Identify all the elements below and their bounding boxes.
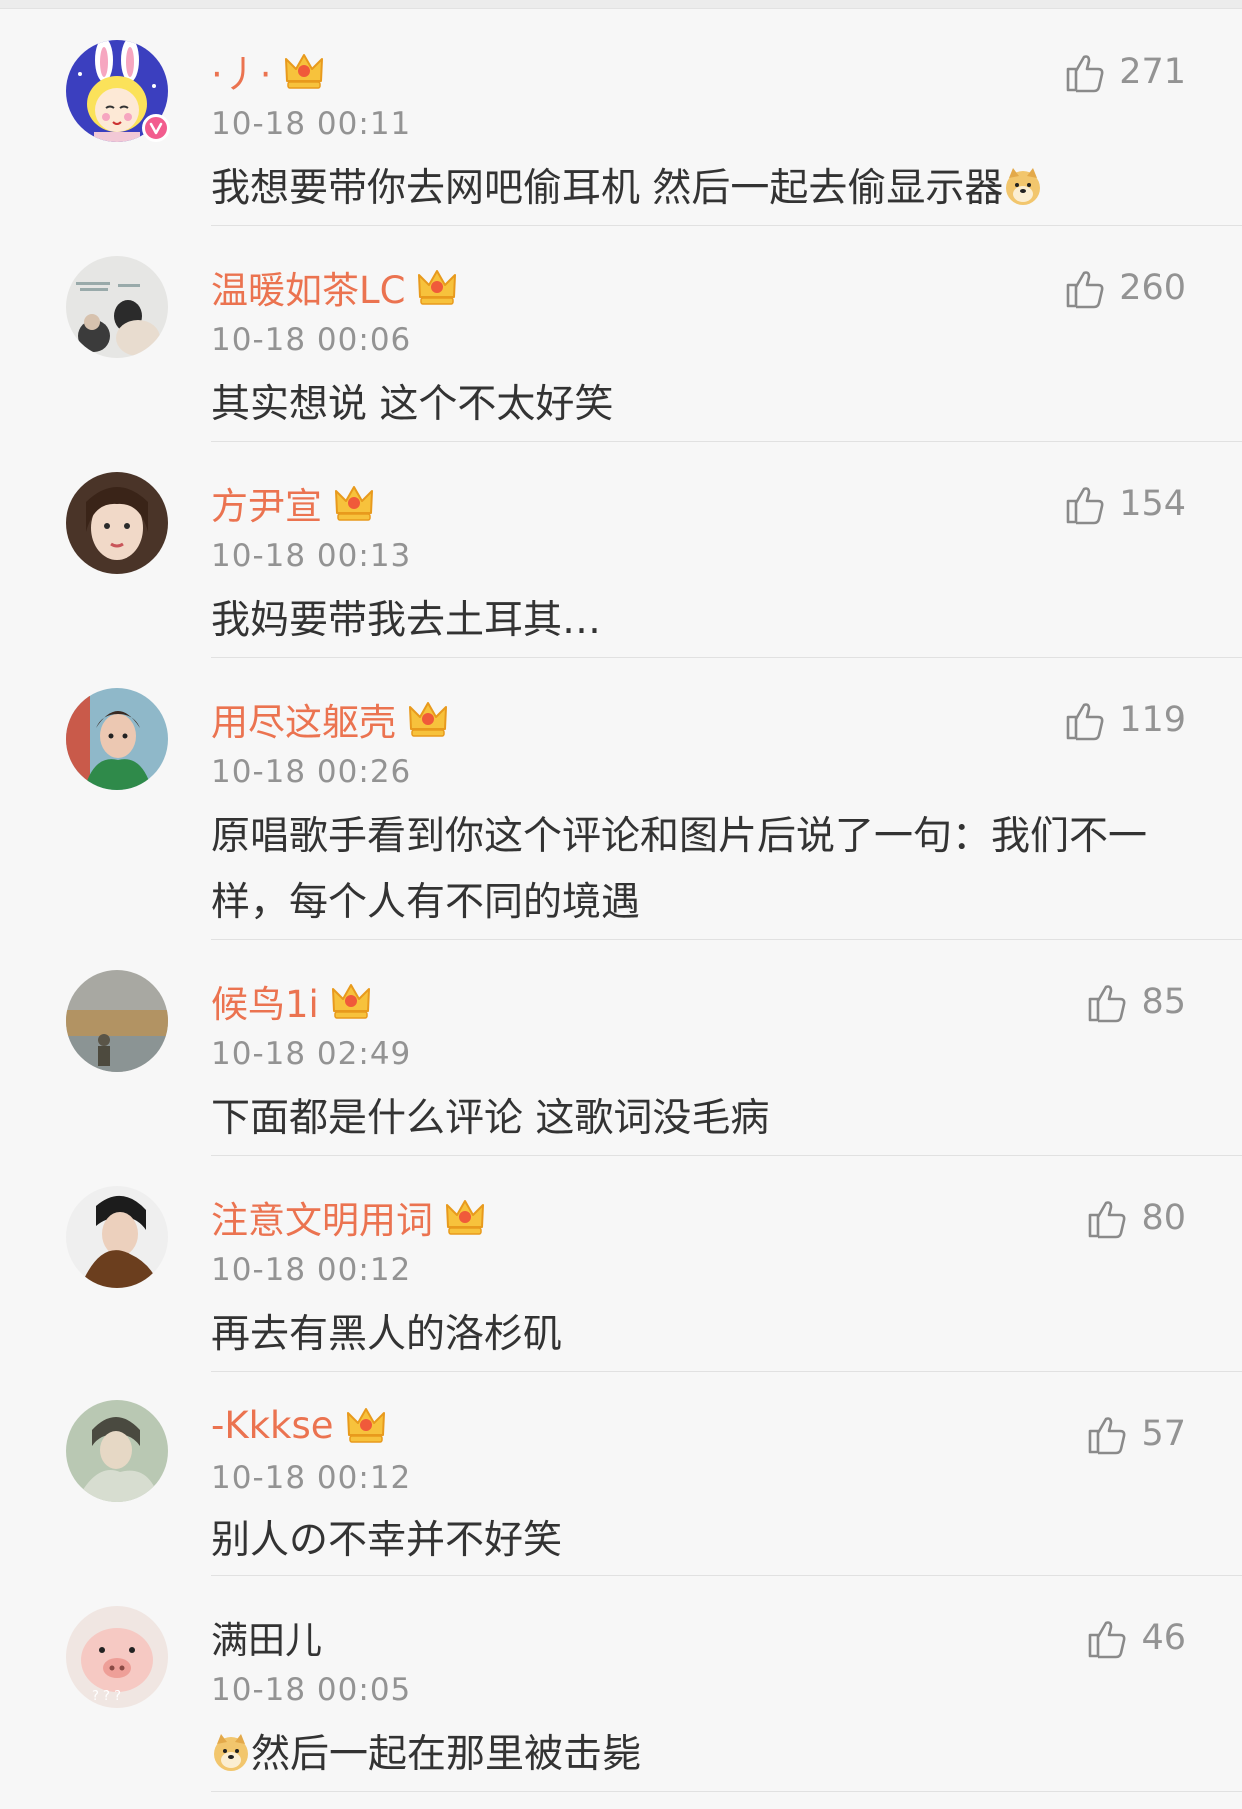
name-row: 方尹宣 bbox=[211, 478, 376, 528]
name-row: 温暖如茶LC bbox=[211, 262, 459, 312]
like-count: 119 bbox=[1119, 700, 1186, 740]
member-crown-icon bbox=[282, 49, 326, 93]
like-count: 57 bbox=[1141, 1414, 1186, 1454]
comment-text: 原唱歌手看到你这个评论和图片后说了一句：我们不一样，每个人有不同的境遇 bbox=[211, 814, 1148, 925]
avatar[interactable] bbox=[66, 1400, 168, 1502]
thumbs-up-icon bbox=[1085, 1616, 1129, 1660]
svg-text:? ? ?: ? ? ? bbox=[92, 1689, 121, 1704]
comment-time: 10-18 00:26 bbox=[211, 754, 412, 790]
like-button[interactable]: 119 bbox=[1063, 698, 1186, 742]
member-crown-icon bbox=[406, 697, 450, 741]
comment-time: 10-18 00:11 bbox=[211, 106, 412, 142]
member-crown-icon bbox=[415, 265, 459, 309]
comment-time: 10-18 00:05 bbox=[211, 1672, 412, 1708]
comment-text: 别人の不幸并不好笑 bbox=[211, 1518, 563, 1563]
name-row: -Kkkse bbox=[211, 1400, 388, 1450]
comment-text: 我想要带你去网吧偷耳机 然后一起去偷显示器 bbox=[211, 156, 1191, 222]
thumbs-up-icon bbox=[1085, 1196, 1129, 1240]
name-row: 注意文明用词 bbox=[211, 1192, 487, 1242]
name-row: 满田儿 bbox=[211, 1612, 322, 1662]
comment-item: 注意文明用词 10-18 00:12 再去有黑人的洛杉矶 80 bbox=[0, 1156, 1242, 1372]
comment-time: 10-18 00:12 bbox=[211, 1252, 412, 1288]
like-button[interactable]: 260 bbox=[1063, 266, 1186, 310]
like-button[interactable]: 85 bbox=[1085, 980, 1186, 1024]
comment-body: 我想要带你去网吧偷耳机 然后一起去偷显示器 bbox=[211, 166, 1004, 211]
comment-item: 用尽这躯壳 10-18 00:26 原唱歌手看到你这个评论和图片后说了一句：我们… bbox=[0, 658, 1242, 940]
name-row: 用尽这躯壳 bbox=[211, 694, 450, 744]
doge-emoji bbox=[1003, 166, 1043, 206]
thumbs-up-icon bbox=[1063, 50, 1107, 94]
comment-text: 我妈要带我去土耳其… bbox=[211, 598, 602, 643]
username[interactable]: 温暖如茶LC bbox=[211, 260, 405, 314]
comment-item: ·丿· 10-18 00:11 我想要带你去网吧偷耳机 然后一起去偷显示器 27… bbox=[0, 10, 1242, 226]
like-button[interactable]: 271 bbox=[1063, 50, 1186, 94]
separator bbox=[211, 1791, 1242, 1792]
name-row: 候鸟1i bbox=[211, 976, 373, 1026]
comment-item: 候鸟1i 10-18 02:49 下面都是什么评论 这歌词没毛病 85 bbox=[0, 940, 1242, 1156]
top-divider bbox=[0, 0, 1242, 9]
like-button[interactable]: 57 bbox=[1085, 1412, 1186, 1456]
member-crown-icon bbox=[332, 481, 376, 525]
comment-list: ·丿· 10-18 00:11 我想要带你去网吧偷耳机 然后一起去偷显示器 27… bbox=[0, 10, 1242, 1792]
like-count: 46 bbox=[1141, 1618, 1186, 1658]
username[interactable]: 注意文明用词 bbox=[211, 1190, 433, 1244]
verified-badge-icon bbox=[142, 114, 170, 142]
like-count: 271 bbox=[1119, 52, 1186, 92]
avatar[interactable] bbox=[66, 256, 168, 358]
username[interactable]: -Kkkse bbox=[211, 1404, 334, 1447]
avatar[interactable] bbox=[66, 1186, 168, 1288]
comment-item: ? ? ? 满田儿 10-18 00:05 然后一起在那里被击毙 46 bbox=[0, 1576, 1242, 1792]
like-button[interactable]: 46 bbox=[1085, 1616, 1186, 1660]
comment-text: 其实想说 这个不太好笑 bbox=[211, 382, 614, 427]
comment-body: 然后一起在那里被击毙 bbox=[251, 1732, 642, 1777]
avatar[interactable] bbox=[66, 970, 168, 1072]
like-count: 154 bbox=[1119, 484, 1186, 524]
comment-time: 10-18 00:12 bbox=[211, 1460, 412, 1496]
comment-item: 温暖如茶LC 10-18 00:06 其实想说 这个不太好笑 260 bbox=[0, 226, 1242, 442]
username[interactable]: 候鸟1i bbox=[211, 974, 319, 1028]
username[interactable]: ·丿· bbox=[211, 44, 272, 98]
username[interactable]: 用尽这躯壳 bbox=[211, 692, 396, 746]
username[interactable]: 方尹宣 bbox=[211, 476, 322, 530]
comment-time: 10-18 00:13 bbox=[211, 538, 412, 574]
like-count: 80 bbox=[1141, 1198, 1186, 1238]
thumbs-up-icon bbox=[1085, 980, 1129, 1024]
thumbs-up-icon bbox=[1063, 698, 1107, 742]
comment-item: 方尹宣 10-18 00:13 我妈要带我去土耳其… 154 bbox=[0, 442, 1242, 658]
comment-time: 10-18 00:06 bbox=[211, 322, 412, 358]
like-count: 260 bbox=[1119, 268, 1186, 308]
comment-text: 再去有黑人的洛杉矶 bbox=[211, 1312, 563, 1357]
name-row: ·丿· bbox=[211, 46, 326, 96]
thumbs-up-icon bbox=[1063, 482, 1107, 526]
comment-time: 10-18 02:49 bbox=[211, 1036, 412, 1072]
comment-text: 然后一起在那里被击毙 bbox=[211, 1722, 1191, 1788]
member-crown-icon bbox=[344, 1403, 388, 1447]
like-button[interactable]: 154 bbox=[1063, 482, 1186, 526]
avatar[interactable] bbox=[66, 688, 168, 790]
thumbs-up-icon bbox=[1085, 1412, 1129, 1456]
avatar[interactable] bbox=[66, 472, 168, 574]
member-crown-icon bbox=[329, 979, 373, 1023]
avatar[interactable]: ? ? ? bbox=[66, 1606, 168, 1708]
username[interactable]: 满田儿 bbox=[211, 1610, 322, 1664]
member-crown-icon bbox=[443, 1195, 487, 1239]
like-count: 85 bbox=[1141, 982, 1186, 1022]
comment-item: -Kkkse 10-18 00:12 别人の不幸并不好笑 57 bbox=[0, 1372, 1242, 1576]
comment-text: 下面都是什么评论 这歌词没毛病 bbox=[211, 1096, 770, 1141]
like-button[interactable]: 80 bbox=[1085, 1196, 1186, 1240]
thumbs-up-icon bbox=[1063, 266, 1107, 310]
doge-emoji bbox=[211, 1732, 251, 1772]
